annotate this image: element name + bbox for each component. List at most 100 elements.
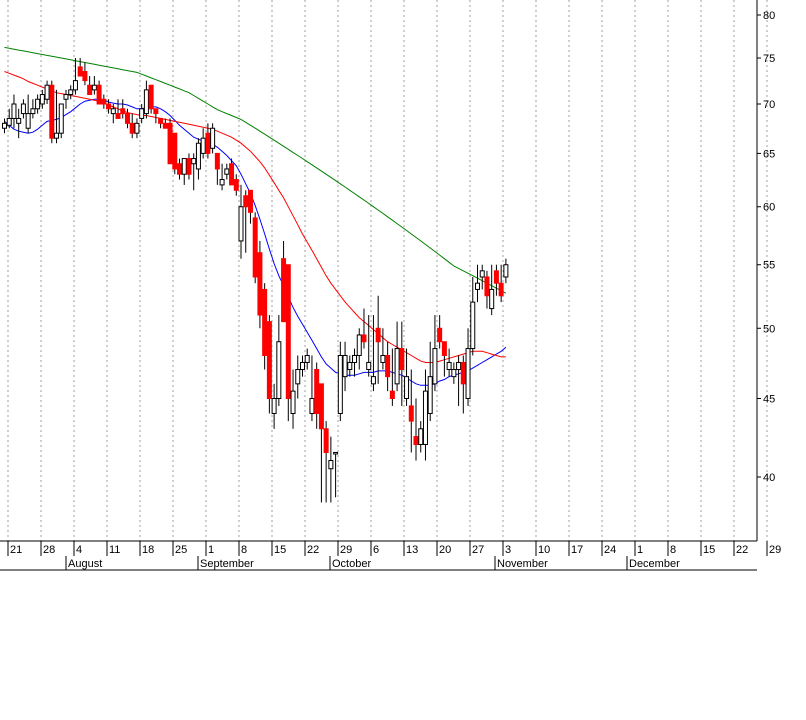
x-tick-label: 20 <box>439 544 451 556</box>
candle <box>394 321 400 392</box>
candle-body <box>252 217 258 278</box>
candle <box>54 89 60 144</box>
candle <box>2 118 7 134</box>
candle <box>143 80 149 119</box>
candle <box>172 132 178 175</box>
candle-body <box>366 361 372 371</box>
x-tick-label: 8 <box>241 544 247 556</box>
candle <box>418 421 424 453</box>
candle-body <box>498 282 504 297</box>
candle-body <box>408 405 414 422</box>
candle <box>224 163 230 180</box>
candle-body <box>470 301 476 350</box>
candle <box>295 355 301 399</box>
y-tick-label: 70 <box>763 99 775 111</box>
candle <box>77 58 83 77</box>
candle-body <box>385 354 391 378</box>
candle-body <box>493 270 499 284</box>
candle-body <box>120 108 126 115</box>
candle-body <box>214 152 220 170</box>
candle-body <box>285 264 291 399</box>
candle <box>257 240 263 329</box>
month-label: September <box>200 558 254 570</box>
candle-body <box>441 341 447 356</box>
x-tick-label: 21 <box>10 544 22 556</box>
candle-body <box>124 113 130 124</box>
candle <box>243 190 249 253</box>
candle <box>446 348 452 377</box>
candle-body <box>465 348 471 399</box>
candle <box>356 328 362 370</box>
candle-body <box>224 168 230 175</box>
candle-body <box>475 282 480 290</box>
candle <box>195 138 201 180</box>
candle <box>20 99 26 119</box>
candle <box>299 355 305 377</box>
candle-body <box>25 113 31 129</box>
candle <box>186 153 192 180</box>
candle-body <box>394 348 400 385</box>
candle-body <box>299 361 305 371</box>
candle <box>427 341 433 422</box>
candle <box>252 212 258 284</box>
candle-body <box>257 252 263 316</box>
candle-body <box>342 354 348 378</box>
candle <box>120 99 126 119</box>
x-tick-label: 15 <box>274 544 286 556</box>
candle-body <box>172 132 178 170</box>
candle-body <box>456 361 462 371</box>
candle <box>352 348 358 377</box>
candle-body <box>356 334 362 356</box>
candle-body <box>413 436 419 445</box>
candle <box>25 94 31 134</box>
candle <box>238 184 244 259</box>
candle <box>87 76 93 96</box>
candle-body <box>451 369 457 378</box>
candle-body <box>20 103 26 115</box>
candle-body <box>30 108 36 115</box>
candle-body <box>181 158 187 175</box>
candle <box>479 264 485 290</box>
candle <box>370 315 376 392</box>
candle-body <box>233 179 239 191</box>
month-label: December <box>629 558 680 570</box>
candle-body <box>370 376 376 385</box>
candle-body <box>229 163 235 186</box>
candle <box>167 118 173 165</box>
candle <box>432 315 438 392</box>
candle <box>422 369 428 461</box>
candle-body <box>290 390 296 414</box>
candle <box>460 355 466 414</box>
candle-body <box>139 108 145 119</box>
candle-body <box>219 179 225 186</box>
candle <box>399 321 405 406</box>
y-tick-label: 40 <box>763 472 775 484</box>
candle <box>110 104 116 124</box>
candle-body <box>186 158 192 175</box>
candle-body <box>68 89 74 96</box>
candle-body <box>205 132 211 154</box>
candle-body <box>422 390 428 445</box>
candle-body <box>418 428 424 445</box>
candle-body <box>200 137 206 154</box>
candle <box>318 383 324 503</box>
candle-body <box>380 354 386 363</box>
candle <box>323 421 329 503</box>
candle <box>262 283 268 370</box>
candle-body <box>35 98 41 110</box>
candle-body <box>328 460 334 470</box>
candle-body <box>361 334 367 343</box>
candle-body <box>404 376 410 399</box>
candle-body <box>337 354 343 414</box>
candle <box>484 270 490 309</box>
candle <box>266 315 272 414</box>
candle-body <box>262 288 268 356</box>
candle-body <box>106 103 112 110</box>
candle-body <box>115 113 121 119</box>
x-tick-label: 10 <box>538 544 550 556</box>
candle-body <box>446 361 452 371</box>
candle-body <box>295 369 301 385</box>
candle <box>503 258 509 284</box>
candle <box>347 355 353 377</box>
candle <box>309 355 315 422</box>
